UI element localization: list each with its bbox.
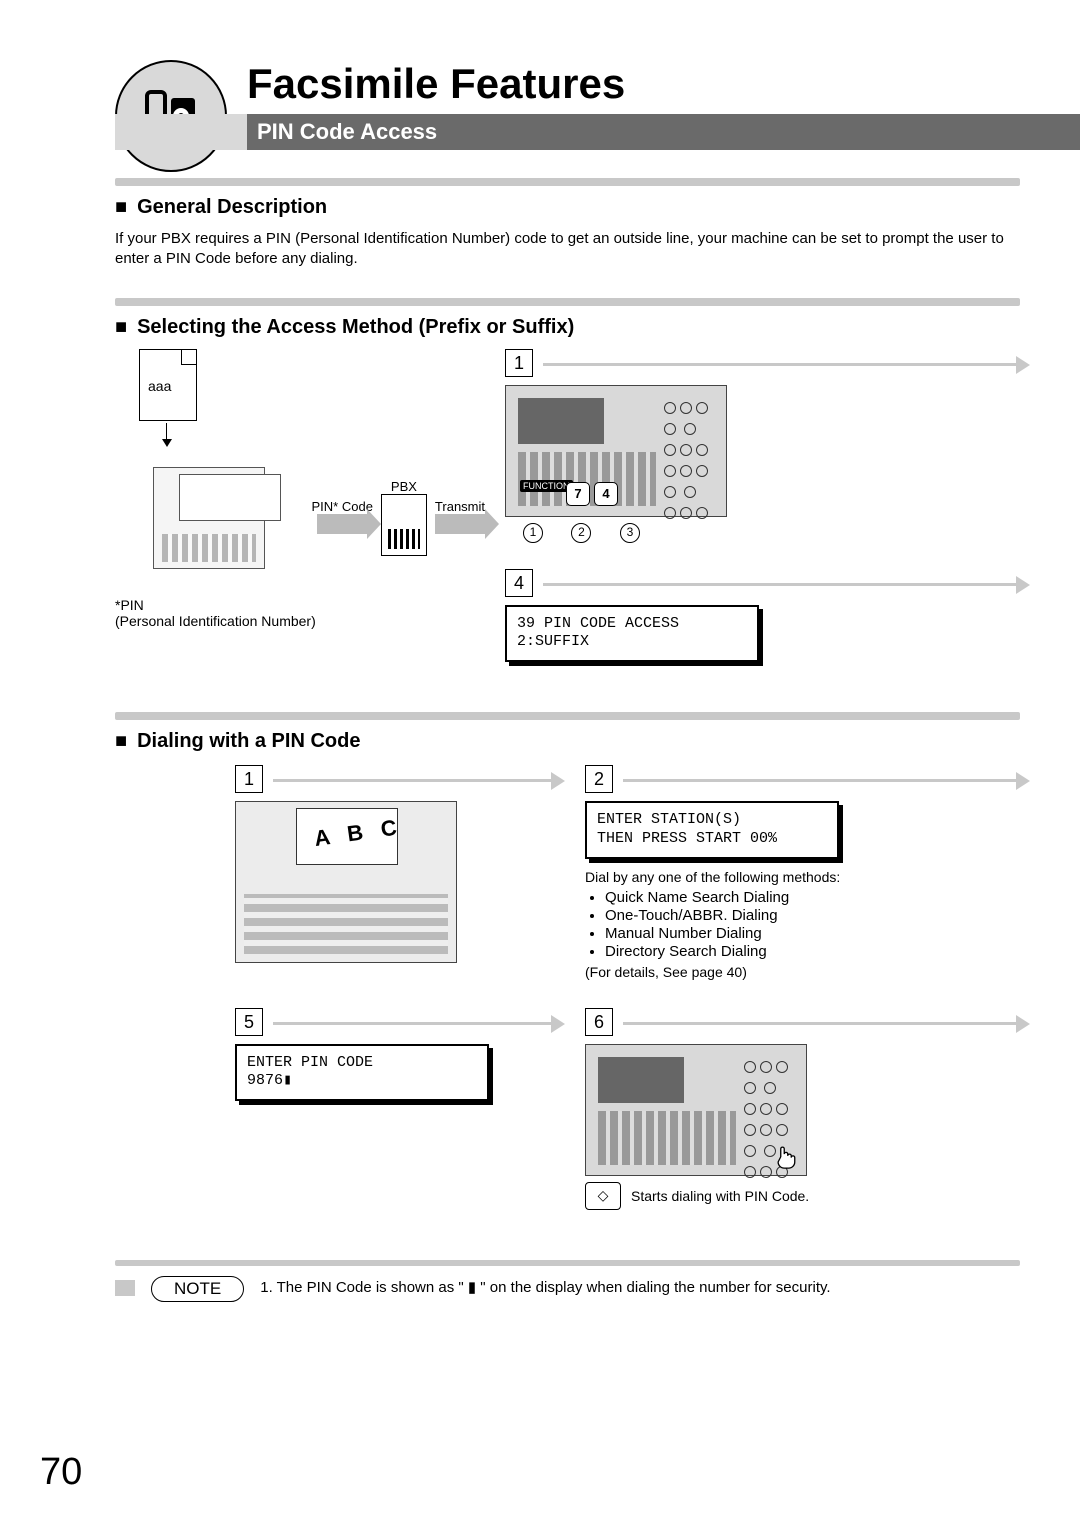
document-on-scanner-icon: A B C [235,801,457,963]
subtitle-band: PIN Code Access [115,114,1020,150]
pin-footnote-1: *PIN [115,597,485,613]
step-4-header: 4 [505,569,1020,599]
note-block: NOTE 1. The PIN Code is shown as " ▮ " o… [115,1276,1020,1304]
keypad-7: 7 [566,482,590,506]
list-item: One-Touch/ABBR. Dialing [605,907,1020,924]
callout-1: 1 [523,523,543,543]
start-caption: Starts dialing with PIN Code. [631,1188,809,1204]
dial-methods-list: Quick Name Search Dialing One-Touch/ABBR… [591,889,1020,960]
fax-machine-icon [153,467,265,569]
function-key-label: FUNCTION [520,480,573,492]
step-number: 4 [505,569,533,597]
callout-numbers: 1 2 3 [511,523,1020,543]
section-divider [115,298,1020,306]
lcd-display: ENTER PIN CODE 9876▮ [235,1044,489,1102]
down-arrow-icon [166,423,167,445]
step-6-header: 6 [585,1008,1020,1038]
step-2-header: 2 [585,765,1020,795]
page-number: 70 [40,1451,82,1494]
section-divider [115,1260,1020,1266]
dialing-row-2: 5 ENTER PIN CODE 9876▮ 6 [115,1008,1020,1210]
dialing-row-1: 1 A B C 2 ENTER STATION(S) THEN PRESS ST… [115,765,1020,980]
doc-label: aaa [148,378,171,394]
list-item: Manual Number Dialing [605,925,1020,942]
selecting-diagram: aaa PIN* Code PBX Transmit [115,349,485,673]
arrow-icon [317,514,367,534]
selecting-steps: 1 FUNCTION 7 4 1 2 [505,349,1020,673]
pbx-label: PBX [381,479,427,494]
pbx-icon [381,494,427,556]
methods-intro: Dial by any one of the following methods… [585,869,1020,885]
methods-ref: (For details, See page 40) [585,964,1020,980]
step-number: 1 [505,349,533,377]
list-item: Directory Search Dialing [605,943,1020,960]
note-stub-icon [115,1280,135,1296]
note-label: NOTE [151,1276,244,1302]
pin-code-label: PIN* Code [312,499,373,514]
general-text: If your PBX requires a PIN (Personal Ide… [115,229,1020,270]
transmit-label: Transmit [435,499,485,514]
lcd-display: 39 PIN CODE ACCESS 2:SUFFIX [505,605,759,663]
document-icon: aaa [139,349,197,421]
lcd-display: ENTER STATION(S) THEN PRESS START 00% [585,801,839,859]
keypad-4: 4 [594,482,618,506]
step-1-header: 1 [235,765,555,795]
note-text: 1. The PIN Code is shown as " ▮ " on the… [260,1278,830,1298]
step-number: 6 [585,1008,613,1036]
selecting-layout: aaa PIN* Code PBX Transmit [115,349,1020,673]
pin-footnote-2: (Personal Identification Number) [115,613,485,629]
callout-3: 3 [620,523,640,543]
list-item: Quick Name Search Dialing [605,889,1020,906]
step-number: 5 [235,1008,263,1036]
heading-dialing: Dialing with a PIN Code [115,730,1020,753]
heading-general: General Description [115,196,1020,219]
hand-press-icon [772,1141,800,1169]
callout-2: 2 [571,523,591,543]
page: Facsimile Features PIN Code Access Gener… [0,0,1080,1528]
heading-selecting: Selecting the Access Method (Prefix or S… [115,316,1020,339]
start-key: ◇ [585,1182,621,1210]
control-panel-icon: FUNCTION 7 4 [505,385,727,517]
step-5-header: 5 [235,1008,555,1038]
subtitle: PIN Code Access [247,114,1080,150]
step-number: 2 [585,765,613,793]
arrow-icon [435,514,485,534]
flow-row: PIN* Code PBX Transmit [115,461,485,575]
section-divider [115,178,1020,186]
section-divider [115,712,1020,720]
page-header: Facsimile Features PIN Code Access [115,60,1020,150]
main-title: Facsimile Features [247,60,1020,108]
step-number: 1 [235,765,263,793]
control-panel-icon [585,1044,807,1176]
step-1-header: 1 [505,349,1020,379]
